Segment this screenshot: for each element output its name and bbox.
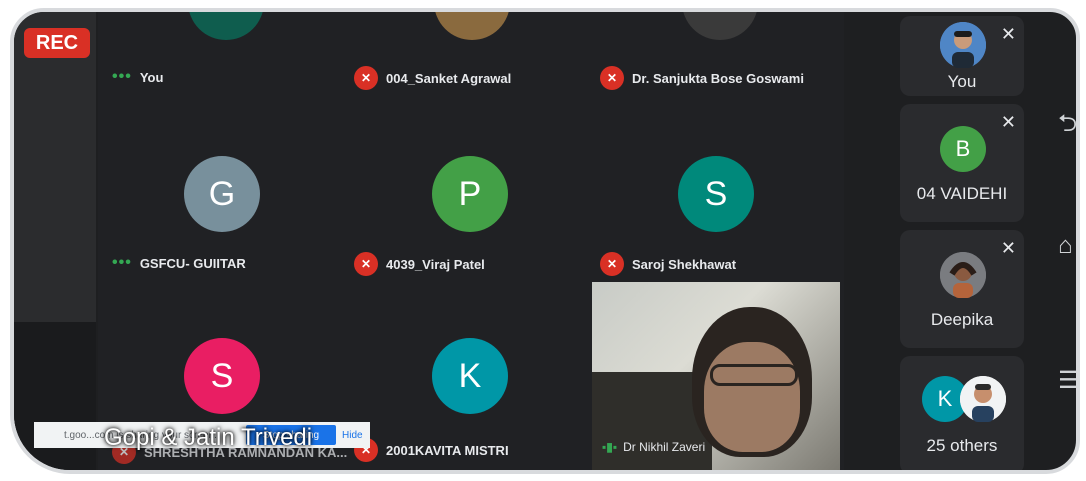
home-icon[interactable]: ⌂ — [1058, 232, 1073, 260]
participant-avatar-s[interactable]: S — [678, 156, 754, 232]
mic-off-icon: ✕ — [354, 252, 378, 276]
participant-avatar-g[interactable]: G — [184, 156, 260, 232]
participant-label: ••• GSFCU- GUIITAR — [112, 254, 246, 271]
sidebar-tile-you[interactable]: ✕ You — [900, 16, 1024, 96]
presenter-caption: Gopi & Jatin Trivedi — [104, 424, 313, 451]
participant-avatar — [434, 12, 510, 40]
video-person-face — [704, 342, 800, 452]
participant-label: ✕ 004_Sanket Agrawal — [354, 66, 511, 90]
participant-label: ✕ Saroj Shekhawat — [600, 252, 736, 276]
participant-label: ✕ Dr. Sanjukta Bose Goswami — [600, 66, 804, 90]
video-tile-label: ▪▮▪ Dr Nikhil Zaveri — [602, 440, 706, 454]
avatar — [940, 22, 986, 68]
left-panel-lower — [14, 322, 96, 470]
participant-avatar-s[interactable]: S — [184, 338, 260, 414]
mic-off-icon: ✕ — [1000, 238, 1016, 258]
video-tile[interactable]: ▪▮▪ Dr Nikhil Zaveri — [592, 282, 840, 470]
participant-label-you: ••• You — [112, 68, 164, 85]
mic-off-icon: ✕ — [600, 66, 624, 90]
video-person-glasses — [710, 364, 798, 386]
mic-off-icon: ✕ — [600, 252, 624, 276]
participant-avatar — [188, 12, 264, 40]
person-photo-icon — [940, 22, 986, 68]
avatar: B — [940, 126, 986, 172]
participant-avatar-k[interactable]: K — [432, 338, 508, 414]
speaking-icon: ••• — [112, 68, 132, 85]
sidebar-tile-others[interactable]: K 25 others — [900, 356, 1024, 470]
mic-off-icon: ✕ — [1000, 24, 1016, 44]
participant-avatar-p[interactable]: P — [432, 156, 508, 232]
avatar — [960, 376, 1006, 422]
participant-label: ✕ 2001KAVITA MISTRI — [354, 438, 509, 462]
back-icon[interactable]: ⮌ — [1058, 106, 1076, 147]
sidebar-tile-vaidehi[interactable]: B ✕ 04 VAIDEHI — [900, 104, 1024, 222]
avatar — [940, 252, 986, 298]
mic-off-icon: ✕ — [1000, 112, 1016, 132]
mic-off-icon: ✕ — [354, 66, 378, 90]
speaking-icon: ••• — [112, 254, 132, 271]
sidebar-tile-deepika[interactable]: ✕ Deepika — [900, 230, 1024, 348]
meeting-window: REC ••• You ✕ 004_Sanket Agrawal ✕ Dr. S… — [10, 8, 1080, 474]
person-photo-icon — [940, 252, 986, 298]
recording-badge: REC — [24, 28, 90, 58]
participant-avatar — [682, 12, 758, 40]
participant-label: ✕ 4039_Viraj Patel — [354, 252, 485, 276]
speaking-icon: ▪▮▪ — [602, 440, 618, 454]
hide-banner-link[interactable]: Hide — [342, 430, 363, 441]
person-photo-icon — [960, 376, 1006, 422]
menu-icon[interactable]: ☰ — [1058, 366, 1076, 395]
